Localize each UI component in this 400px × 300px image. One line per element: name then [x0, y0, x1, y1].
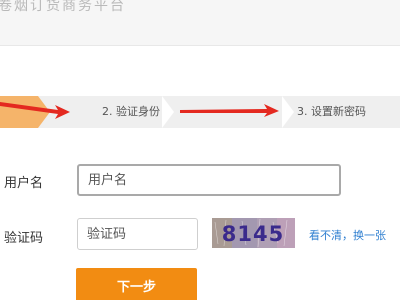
top-header: 卷烟订货商务平台	[0, 0, 400, 46]
refresh-captcha-link[interactable]: 看不清，换一张	[309, 227, 386, 243]
arrow-to-step-3	[180, 104, 279, 117]
platform-title: 卷烟订货商务平台	[0, 0, 126, 14]
captcha-image[interactable]: 8145	[212, 218, 295, 248]
username-label: 用户名	[4, 176, 44, 191]
next-step-button[interactable]: 下一步	[76, 268, 197, 300]
captcha-input[interactable]	[77, 218, 198, 250]
progress-steps: 2. 验证身份 3. 设置新密码	[0, 96, 400, 128]
red-arrow-icon	[0, 102, 279, 119]
captcha-text: 8145	[222, 222, 284, 246]
username-input[interactable]	[77, 164, 341, 196]
page: 卷烟订货商务平台 2. 验证身份 3. 设置新密码 用户名 验证码 8145	[0, 0, 400, 300]
captcha-label: 验证码	[4, 231, 44, 246]
arrow-to-step-2	[0, 102, 70, 119]
